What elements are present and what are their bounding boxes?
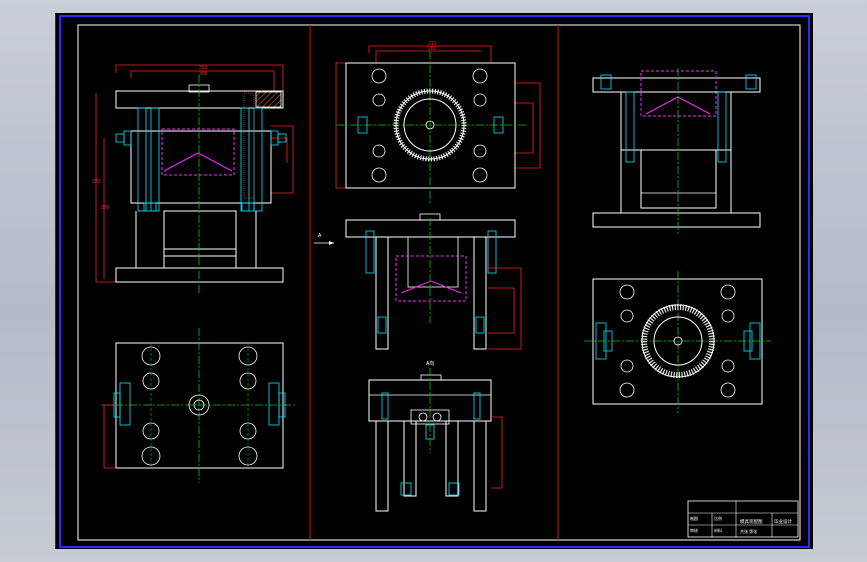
bottom-plan-view <box>101 328 296 483</box>
view-arrow-label: A <box>318 233 322 239</box>
sheet-label: 共张 第张 <box>740 528 757 534</box>
drawer-label: 制图 <box>690 515 698 521</box>
drawing-title: 模具装配图 <box>740 518 763 525</box>
top-plan-view: 310 260 <box>335 41 541 203</box>
side-view <box>592 68 761 235</box>
cad-drawing: 350 300 320 280 310 260 A A向 制图 审核 比例 材料… <box>59 15 810 548</box>
a-view: A向 <box>368 360 503 512</box>
check-label: 审核 <box>690 527 698 533</box>
svg-text:320: 320 <box>92 179 101 185</box>
title-block: 制图 审核 比例 材料 模具装配图 共张 第张 毕业设计 <box>687 500 799 538</box>
svg-text:260: 260 <box>428 46 437 52</box>
svg-text:300: 300 <box>199 71 208 77</box>
scale-label: 比例 <box>714 515 722 521</box>
material-label: 材料 <box>714 527 722 533</box>
school-label: 毕业设计 <box>774 518 792 525</box>
svg-text:280: 280 <box>101 205 110 211</box>
front-assembly-view: 350 300 320 280 <box>92 64 294 293</box>
section-view: A <box>314 213 522 350</box>
drawing-viewport[interactable]: 350 300 320 280 310 260 A A向 制图 审核 比例 材料… <box>55 13 813 549</box>
bottom-view-gear <box>584 271 771 413</box>
a-view-label: A向 <box>426 360 434 367</box>
